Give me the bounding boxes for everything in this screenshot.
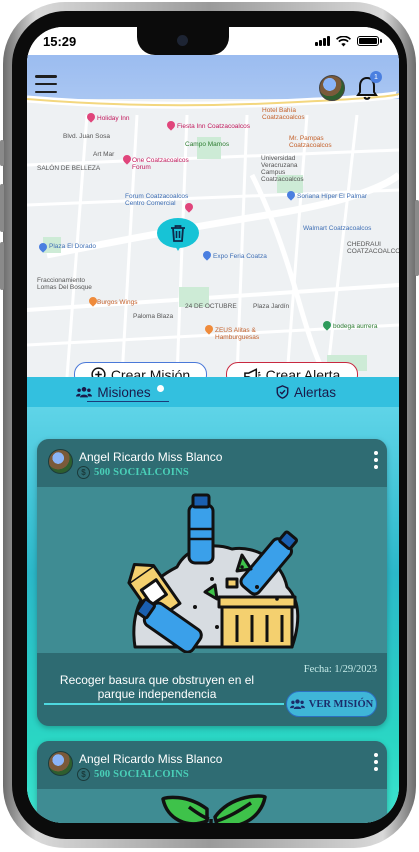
map-poi[interactable]: Universidad Veracruzana Campus Coatzacoa… [261, 155, 317, 183]
map-poi[interactable]: Holiday Inn [97, 115, 130, 122]
battery-icon [357, 36, 382, 46]
divider [44, 703, 284, 705]
sprout-illustration [161, 794, 267, 823]
megaphone-icon [243, 367, 261, 377]
coins-amount: 500 SOCIALCOINS [94, 769, 189, 780]
tab-alertas[interactable]: Alertas [213, 377, 399, 407]
avatar[interactable] [48, 751, 73, 776]
map-poi[interactable]: Paloma Blaza [133, 313, 173, 320]
signal-icon [315, 36, 330, 46]
map-poi[interactable]: Plaza Jardín [253, 303, 289, 310]
coins-amount: 500 SOCIALCOINS [94, 467, 189, 478]
status-icons [315, 35, 382, 47]
map-poi[interactable]: Fiesta Inn Coatzacoalcos [177, 123, 250, 130]
missions-feed[interactable]: Angel Ricardo Miss Blanco $ 500 SOCIALCO… [27, 407, 399, 823]
shield-check-icon [276, 385, 289, 399]
card-user-name[interactable]: Angel Ricardo Miss Blanco [79, 450, 222, 464]
map-area-label: Fraccionamiento Lomas Del Bosque [37, 277, 92, 291]
notification-badge: 1 [370, 71, 382, 83]
mission-marker[interactable] [157, 218, 199, 251]
map-poi[interactable]: Mr. Pampas Coatzacoalcos [289, 135, 349, 149]
tab-misiones[interactable]: Misiones [27, 377, 213, 407]
map-poi[interactable]: Art Mar [93, 151, 114, 158]
status-time: 15:29 [43, 33, 77, 49]
camera [177, 35, 188, 46]
tab-misiones-label: Misiones [97, 384, 151, 400]
create-mission-label: Crear Misión [110, 366, 191, 378]
map-poi[interactable]: Expo Feria Coatza [213, 253, 267, 260]
view-mission-button[interactable]: VER MISIÓN [286, 691, 377, 717]
map-poi[interactable]: Soriana Híper El Palmar [297, 193, 367, 200]
card-user-name[interactable]: Angel Ricardo Miss Blanco [79, 752, 222, 766]
map-area-label: 24 DE OCTUBRE [185, 303, 237, 310]
create-alert-button[interactable]: Crear Alerta [226, 362, 358, 377]
map-view[interactable]: Holiday Inn Fiesta Inn Coatzacoalcos Hot… [27, 55, 399, 377]
map-poi[interactable]: CHEDRAUI COATZACOALCOS [347, 241, 399, 255]
map-poi[interactable]: Campo Mamos [185, 141, 229, 148]
mission-card[interactable]: Angel Ricardo Miss Blanco $ 500 SOCIALCO… [37, 439, 387, 726]
trash-icon [171, 225, 185, 242]
coin-icon: $ [77, 768, 90, 781]
coins-row: $ 500 SOCIALCOINS [77, 768, 189, 781]
more-vertical-icon[interactable] [374, 753, 380, 771]
map-poi[interactable]: bodega aurrera [333, 323, 377, 330]
mission-description: Recoger basura que obstruyen en el parqu… [59, 673, 255, 701]
card-image [37, 487, 387, 654]
mission-card[interactable]: Angel Ricardo Miss Blanco $ 500 SOCIALCO… [37, 741, 387, 823]
users-icon [289, 699, 305, 709]
more-vertical-icon[interactable] [374, 451, 380, 469]
map-poi[interactable]: Hotel Bahía Coatzacoalcos [262, 107, 314, 121]
avatar[interactable] [319, 75, 345, 101]
coin-icon: $ [77, 466, 90, 479]
card-footer: Fecha: 1/29/2023 Recoger basura que obst… [37, 653, 387, 726]
view-mission-label: VER MISIÓN [308, 698, 374, 710]
app-screen: 15:29 Holiday Inn Fiesta Inn Coatzacoalc… [27, 27, 399, 823]
tab-indicator-dot [156, 384, 164, 392]
map-poi[interactable]: Plaza El Dorado [49, 243, 96, 250]
create-mission-button[interactable]: Crear Misión [74, 362, 207, 377]
map-poi[interactable]: SALÓN DE BELLEZA [37, 165, 100, 172]
side-button-power [415, 200, 419, 276]
map-poi[interactable]: One Coatzacoalcos Forum [132, 157, 192, 171]
card-header: Angel Ricardo Miss Blanco $ 500 SOCIALCO… [37, 439, 387, 487]
avatar[interactable] [48, 449, 73, 474]
side-button-volume-down [0, 242, 4, 290]
side-button-volume-up [0, 184, 4, 232]
users-icon [76, 387, 93, 398]
map-poi[interactable]: ZEUS Alitas & Hamburguesas [215, 327, 271, 341]
menu-icon[interactable] [35, 75, 57, 93]
plus-circle-icon [91, 367, 106, 377]
card-image [37, 789, 387, 823]
map-poi[interactable]: Walmart Coatzacoalcos [303, 225, 371, 232]
mission-date: Fecha: 1/29/2023 [303, 664, 377, 675]
tab-bar: Misiones Alertas [27, 377, 399, 407]
side-button-silent [0, 140, 4, 166]
wifi-icon [336, 35, 351, 46]
garbage-pile-illustration [127, 493, 300, 654]
map-poi[interactable]: Burgos Wings [97, 299, 137, 306]
map-street-label: Blvd. Juan Sosa [63, 133, 110, 140]
card-header: Angel Ricardo Miss Blanco $ 500 SOCIALCO… [37, 741, 387, 789]
tab-alertas-label: Alertas [293, 384, 337, 400]
coins-row: $ 500 SOCIALCOINS [77, 466, 189, 479]
create-alert-label: Crear Alerta [265, 366, 341, 378]
